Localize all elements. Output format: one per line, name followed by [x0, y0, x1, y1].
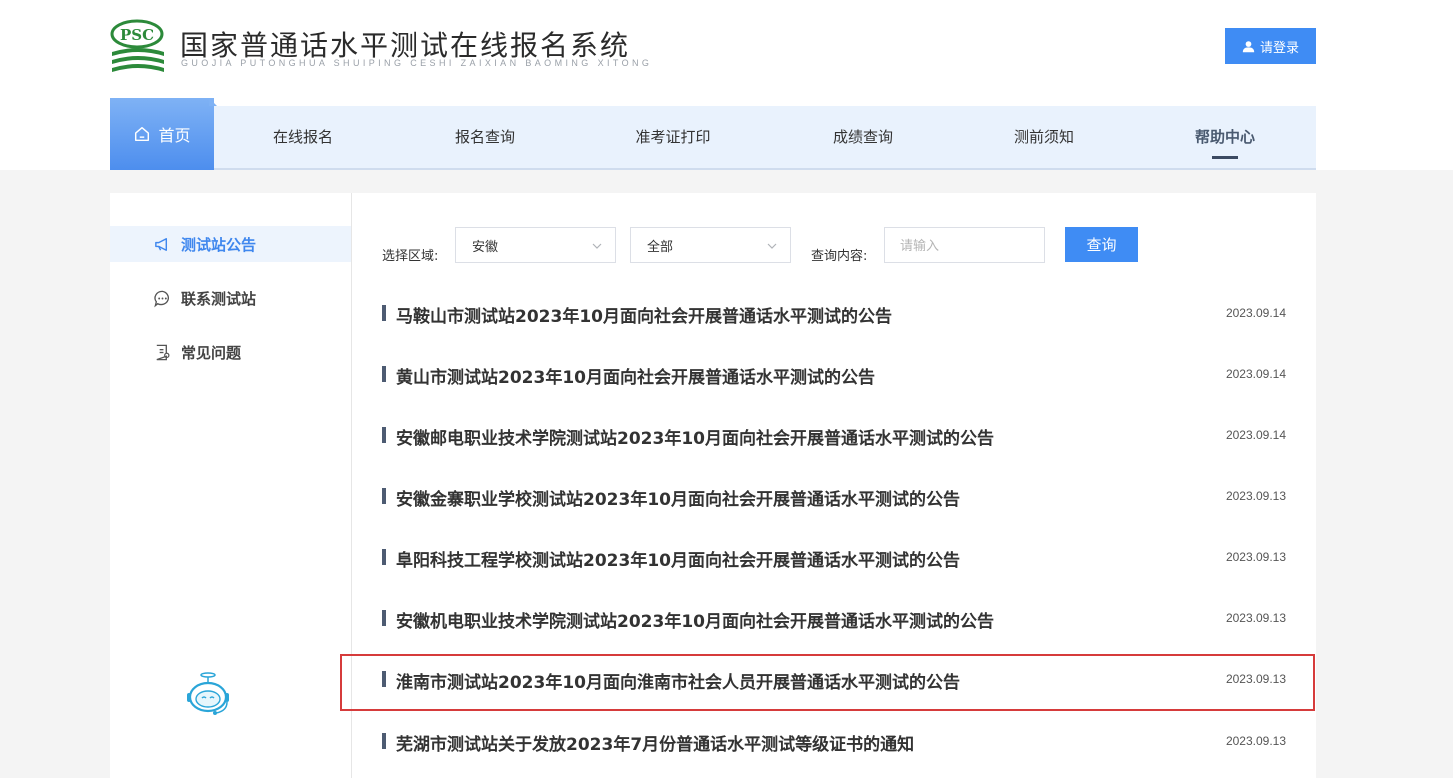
document-icon [156, 344, 170, 360]
list-item[interactable]: 淮南市测试站2023年10月面向淮南市社会人员开展普通话水平测试的公告 2023… [382, 657, 1286, 701]
query-button[interactable]: 查询 [1065, 227, 1138, 262]
active-tab-indicator [1212, 156, 1238, 159]
sidebar-item-announcements[interactable]: 测试站公告 [110, 226, 351, 262]
announcement-date: 2023.09.14 [1225, 428, 1286, 442]
announcement-date: 2023.09.14 [1225, 306, 1286, 320]
announcement-title: 安徽机电职业技术学院测试站2023年10月面向社会开展普通话水平测试的公告 [396, 612, 994, 632]
nav-registration-query[interactable]: 报名查询 [432, 106, 538, 168]
announcement-title: 马鞍山市测试站2023年10月面向社会开展普通话水平测试的公告 [396, 307, 892, 327]
nav-home[interactable]: 首页 [110, 98, 214, 170]
sidebar-item-faq[interactable]: 常见问题 [110, 334, 351, 370]
announcement-date: 2023.09.13 [1225, 550, 1286, 564]
province-value: 安徽 [472, 239, 499, 255]
announcement-title: 淮南市测试站2023年10月面向淮南市社会人员开展普通话水平测试的公告 [396, 673, 960, 693]
sidebar-item-label: 测试站公告 [181, 235, 257, 254]
announcement-date: 2023.09.13 [1225, 611, 1286, 625]
announcement-date: 2023.09.13 [1225, 734, 1286, 748]
announcement-title: 黄山市测试站2023年10月面向社会开展普通话水平测试的公告 [396, 368, 875, 388]
logo-text: PSC [120, 26, 154, 44]
site-subtitle: GUOJIA PUTONGHUA SHUIPING CESHI ZAIXIAN … [181, 58, 653, 68]
sidebar-item-contact[interactable]: 联系测试站 [110, 280, 351, 316]
psc-logo: PSC [110, 19, 164, 72]
query-label: 查询内容: [811, 249, 868, 264]
announcement-date: 2023.09.13 [1225, 489, 1286, 503]
nav-test-notice[interactable]: 测前须知 [991, 106, 1097, 168]
nav-home-label: 首页 [158, 126, 191, 145]
megaphone-icon [155, 237, 168, 251]
nav-online-registration[interactable]: 在线报名 [250, 106, 356, 168]
home-icon [135, 126, 150, 142]
list-item[interactable]: 芜湖市测试站关于发放2023年7月份普通话水平测试等级证书的通知 2023.09… [382, 719, 1286, 763]
announcement-date: 2023.09.13 [1225, 672, 1286, 686]
announcement-date: 2023.09.14 [1225, 367, 1286, 381]
chevron-down-icon [767, 243, 777, 249]
region-label: 选择区域: [382, 249, 439, 264]
list-item[interactable]: 阜阳科技工程学校测试站2023年10月面向社会开展普通话水平测试的公告 2023… [382, 535, 1286, 579]
content-panel: 测试站公告 联系测试站 常见问题 选择区域: 安徽 全部 查询内容: 请输入 查… [110, 193, 1316, 778]
city-select[interactable]: 全部 [630, 227, 791, 263]
announcement-title: 安徽邮电职业技术学院测试站2023年10月面向社会开展普通话水平测试的公告 [396, 429, 994, 449]
province-select[interactable]: 安徽 [455, 227, 616, 263]
sidebar-item-label: 常见问题 [181, 343, 242, 362]
sidebar-item-label: 联系测试站 [181, 289, 257, 308]
chat-icon [154, 290, 169, 307]
announcement-title: 芜湖市测试站关于发放2023年7月份普通话水平测试等级证书的通知 [396, 735, 915, 755]
announcement-title: 安徽金寨职业学校测试站2023年10月面向社会开展普通话水平测试的公告 [396, 490, 960, 510]
list-item[interactable]: 安徽机电职业技术学院测试站2023年10月面向社会开展普通话水平测试的公告 20… [382, 596, 1286, 640]
list-item[interactable]: 安徽金寨职业学校测试站2023年10月面向社会开展普通话水平测试的公告 2023… [382, 474, 1286, 518]
nav-admission-ticket[interactable]: 准考证打印 [613, 106, 733, 168]
announcement-title: 阜阳科技工程学校测试站2023年10月面向社会开展普通话水平测试的公告 [396, 551, 960, 571]
nav-score-query[interactable]: 成绩查询 [810, 106, 916, 168]
sidebar: 测试站公告 联系测试站 常见问题 [110, 193, 352, 778]
chevron-down-icon [592, 243, 602, 249]
robot-icon[interactable] [182, 671, 234, 719]
main-nav: 首页 在线报名 报名查询 准考证打印 成绩查询 测前须知 帮助中心 [110, 98, 1316, 170]
user-icon [1242, 40, 1255, 52]
login-button[interactable]: 请登录 [1225, 28, 1316, 64]
list-item[interactable]: 黄山市测试站2023年10月面向社会开展普通话水平测试的公告 2023.09.1… [382, 352, 1286, 396]
list-item[interactable]: 安徽邮电职业技术学院测试站2023年10月面向社会开展普通话水平测试的公告 20… [382, 413, 1286, 457]
login-label: 请登录 [1259, 40, 1299, 56]
list-item[interactable]: 马鞍山市测试站2023年10月面向社会开展普通话水平测试的公告 2023.09.… [382, 291, 1286, 335]
query-input[interactable] [884, 227, 1045, 263]
city-value: 全部 [647, 239, 674, 255]
